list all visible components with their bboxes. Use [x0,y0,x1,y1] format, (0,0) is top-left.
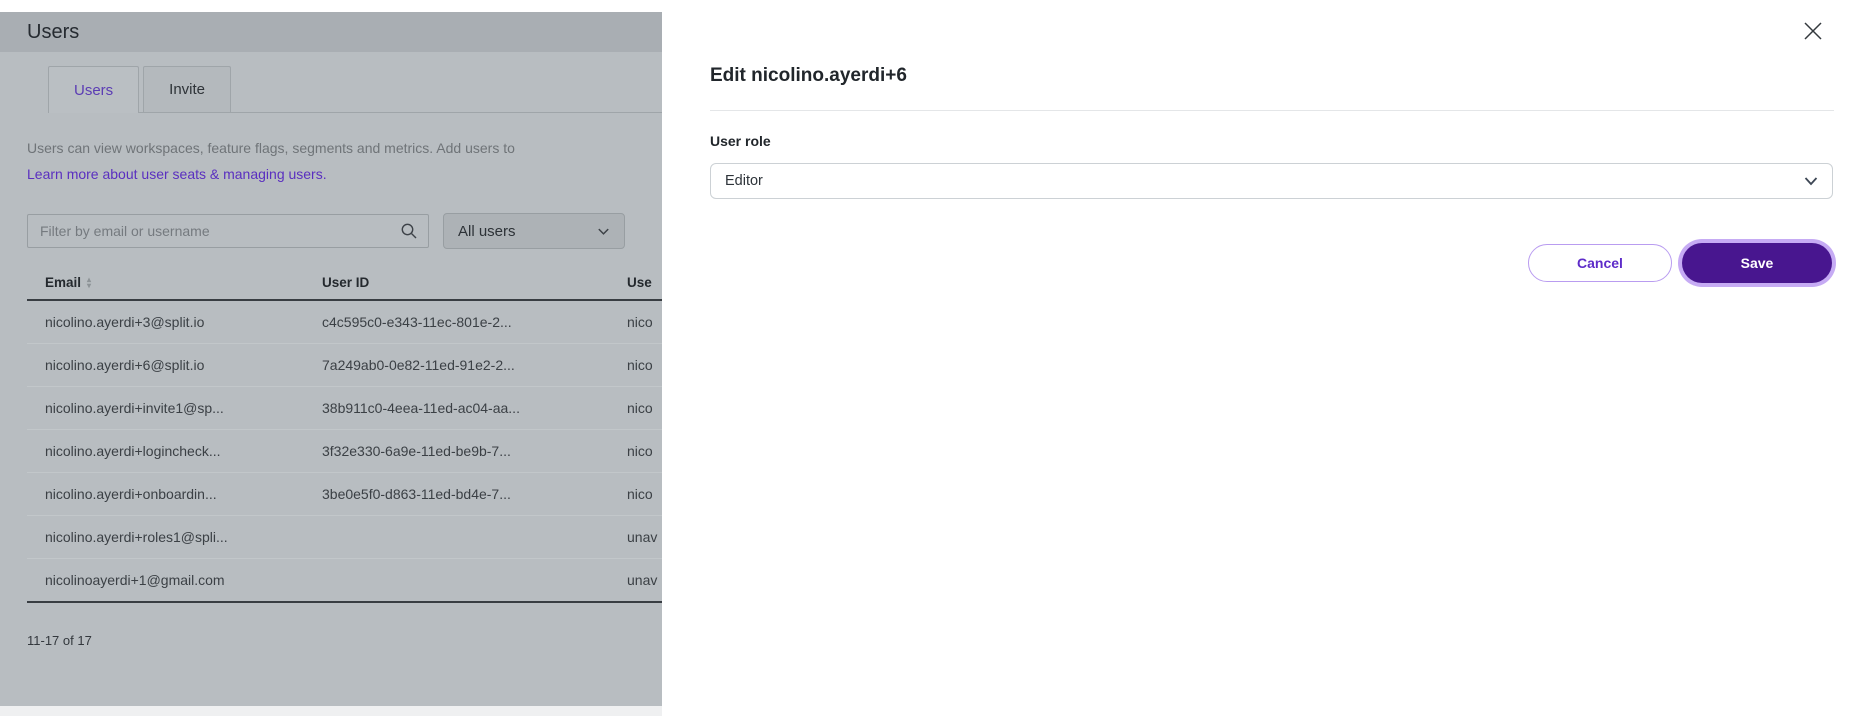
table-row[interactable]: nicolino.ayerdi+logincheck... 3f32e330-6… [27,430,662,473]
cell-user-id: 7a249ab0-0e82-11ed-91e2-2... [322,344,627,387]
table-row[interactable]: nicolinoayerdi+1@gmail.com unav [27,559,662,603]
cell-username: nico [627,387,662,430]
user-role-select[interactable]: Editor [710,163,1833,199]
cell-email: nicolino.ayerdi+6@split.io [27,344,322,387]
tab-users-label: Users [74,82,113,99]
table-row[interactable]: nicolino.ayerdi+invite1@sp... 38b911c0-4… [27,387,662,430]
user-filter-dropdown[interactable]: All users [443,213,625,249]
edit-user-panel: Edit nicolino.ayerdi+6 User role Editor … [662,0,1856,716]
cell-user-id [322,559,627,603]
table-row[interactable]: nicolino.ayerdi+roles1@spli... unav [27,516,662,559]
close-button[interactable] [1799,17,1827,45]
cell-email: nicolinoayerdi+1@gmail.com [27,559,322,603]
search-icon [400,222,418,240]
tab-bar: Users Invite [48,66,662,113]
column-header-user-id: User ID [322,266,627,300]
table-row[interactable]: nicolino.ayerdi+onboardin... 3be0e5f0-d8… [27,473,662,516]
cell-email: nicolino.ayerdi+onboardin... [27,473,322,516]
user-role-label: User role [710,133,771,149]
page-title: Users [27,21,79,44]
cell-username: nico [627,300,662,344]
page-bottom-strip [0,706,662,716]
table-row[interactable]: nicolino.ayerdi+3@split.io c4c595c0-e343… [27,300,662,344]
edit-user-title: Edit nicolino.ayerdi+6 [710,65,907,87]
cell-username: nico [627,344,662,387]
pagination-status: 11-17 of 17 [27,633,662,648]
chevron-down-icon [596,224,611,239]
user-filter-value: All users [458,223,516,240]
cell-username: unav [627,516,662,559]
column-header-username: Use [627,266,662,300]
table-row[interactable]: nicolino.ayerdi+6@split.io 7a249ab0-0e82… [27,344,662,387]
chevron-down-icon [1802,172,1820,190]
table-header-row: Email▴▾ User ID Use [27,266,662,300]
tab-invite-label: Invite [169,81,205,98]
user-table-body: nicolino.ayerdi+3@split.io c4c595c0-e343… [27,300,662,602]
tab-users[interactable]: Users [48,66,139,113]
modal-actions: Cancel Save [1528,243,1832,283]
cell-user-id [322,516,627,559]
user-role-value: Editor [725,173,763,189]
cell-user-id: 3be0e5f0-d863-11ed-bd4e-7... [322,473,627,516]
cell-email: nicolino.ayerdi+3@split.io [27,300,322,344]
cell-user-id: c4c595c0-e343-11ec-801e-2... [322,300,627,344]
filter-row: Filter by email or username All users [27,213,662,249]
filter-input-placeholder: Filter by email or username [40,223,400,239]
cell-username: nico [627,430,662,473]
sort-icon: ▴▾ [87,277,91,289]
cancel-button[interactable]: Cancel [1528,244,1672,282]
cell-user-id: 38b911c0-4eea-11ed-ac04-aa... [322,387,627,430]
cell-email: nicolino.ayerdi+roles1@spli... [27,516,322,559]
tab-invite[interactable]: Invite [143,66,231,112]
cell-username: nico [627,473,662,516]
users-panel-body: Users Invite Users can view workspaces, … [0,66,662,648]
title-divider [710,110,1834,111]
cell-email: nicolino.ayerdi+logincheck... [27,430,322,473]
cell-user-id: 3f32e330-6a9e-11ed-be9b-7... [322,430,627,473]
users-panel-header: Users [0,12,662,52]
learn-more-link[interactable]: Learn more about user seats & managing u… [27,166,327,182]
filter-input[interactable]: Filter by email or username [27,214,429,248]
column-header-email[interactable]: Email▴▾ [27,266,322,300]
cell-email: nicolino.ayerdi+invite1@sp... [27,387,322,430]
close-icon [1801,19,1825,43]
users-table: Email▴▾ User ID Use nicolino.ayerdi+3@sp… [27,266,662,603]
users-panel: Users Users Invite Users can view worksp… [0,12,662,706]
save-button[interactable]: Save [1682,243,1832,283]
users-description: Users can view workspaces, feature flags… [27,138,662,158]
cell-username: unav [627,559,662,603]
